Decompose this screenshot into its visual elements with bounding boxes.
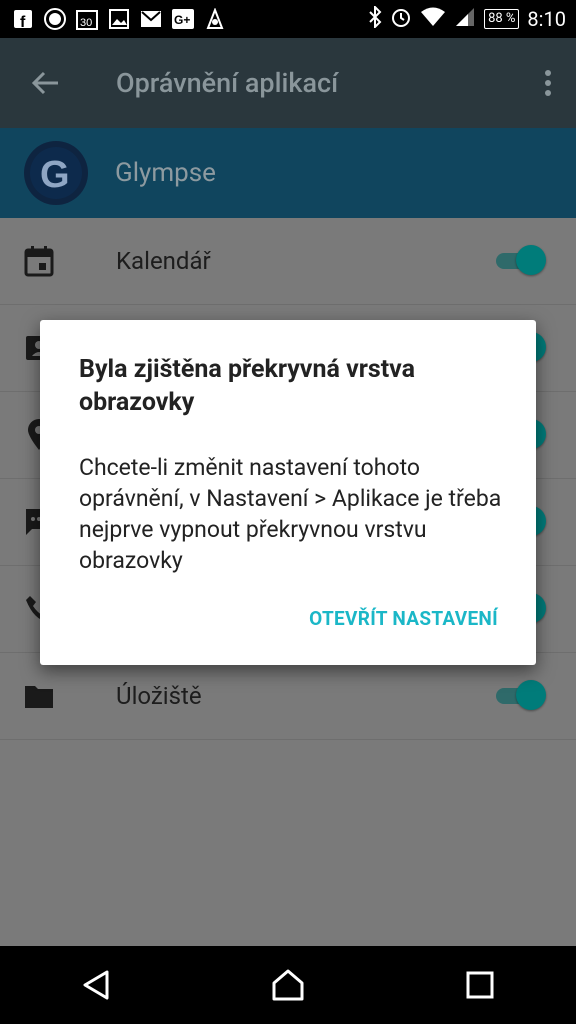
back-button[interactable] [0, 38, 90, 128]
calendar-icon [0, 245, 78, 277]
svg-text:30: 30 [80, 17, 92, 29]
image-icon [108, 8, 130, 30]
calendar-30-icon: 30 [76, 8, 98, 30]
wifi-icon [420, 6, 446, 33]
permission-label: Kalendář [116, 247, 211, 275]
more-vert-icon [545, 70, 551, 96]
mi-icon [44, 8, 66, 30]
folder-icon [0, 682, 78, 710]
nav-recents-button[interactable] [450, 955, 510, 1015]
app-header: G Glympse [0, 128, 576, 218]
bluetooth-icon [368, 4, 382, 33]
home-icon [272, 969, 304, 1001]
status-bar: f 30 G+ 88 % 8:10 [0, 0, 576, 38]
notification-icon [204, 8, 226, 30]
clock: 8:10 [527, 7, 566, 31]
svg-text:G+: G+ [174, 13, 190, 27]
permission-toggle[interactable] [494, 245, 546, 277]
app-bar: Oprávnění aplikací [0, 38, 576, 128]
facebook-icon: f [12, 8, 34, 30]
permission-toggle[interactable] [494, 680, 546, 712]
permission-row-storage[interactable]: Úložiště [0, 653, 576, 740]
battery-indicator: 88 % [484, 9, 520, 29]
permission-row-calendar[interactable]: Kalendář [0, 218, 576, 305]
svg-text:G: G [40, 154, 70, 196]
dialog-title: Byla zjištěna překryvná vrstva obrazovky [79, 355, 416, 417]
app-name: Glympse [115, 158, 216, 188]
gmail-icon [140, 8, 162, 30]
open-settings-button[interactable]: OTEVŘÍT NASTAVENÍ [309, 607, 498, 630]
alarm-icon [390, 6, 412, 33]
permission-label: Úložiště [116, 682, 202, 710]
glympse-logo-icon: G [24, 141, 88, 205]
page-title: Oprávnění aplikací [116, 67, 339, 99]
gplus-icon: G+ [172, 8, 194, 30]
triangle-back-icon [83, 970, 109, 1000]
dialog-message: Chcete-li změnit nastavení tohoto oprávn… [79, 454, 502, 574]
svg-text:f: f [20, 14, 26, 29]
screen-overlay-dialog: Byla zjištěna překryvná vrstva obrazovky… [40, 320, 536, 665]
more-options-button[interactable] [520, 38, 576, 128]
navigation-bar [0, 946, 576, 1024]
nav-back-button[interactable] [66, 955, 126, 1015]
signal-icon [454, 6, 476, 33]
square-recents-icon [466, 971, 494, 999]
nav-home-button[interactable] [258, 955, 318, 1015]
arrow-back-icon [31, 71, 58, 95]
